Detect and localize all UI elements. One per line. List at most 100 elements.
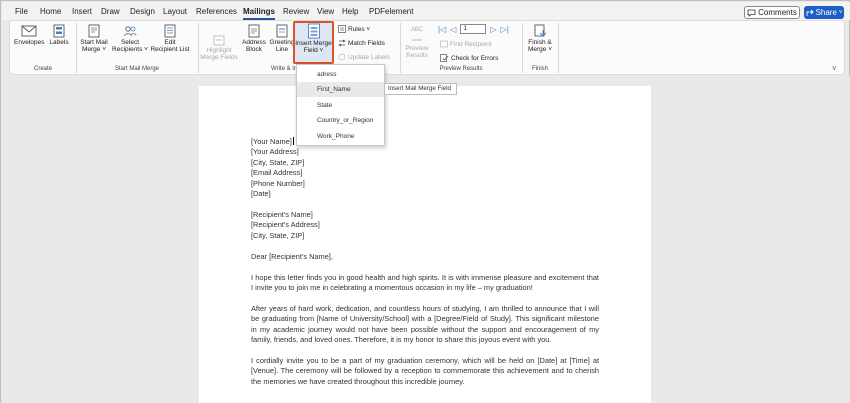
- merge-field-option[interactable]: State: [297, 98, 384, 113]
- insert-merge-field-button[interactable]: Insert Merge Field ˅: [293, 23, 334, 54]
- paragraph: I cordially invite you to be a part of m…: [251, 356, 599, 386]
- envelope-icon: [21, 25, 37, 37]
- finish-merge-line1: Finish &: [528, 39, 552, 46]
- insert-merge-field-icon: [307, 23, 320, 39]
- recipient-line: [Recipient's Address]: [251, 220, 320, 230]
- tab-mailings[interactable]: Mailings: [243, 7, 276, 20]
- find-recipient-label: Find Recipient: [450, 40, 492, 48]
- finish-merge-button[interactable]: Finish & Merge ˅: [523, 24, 557, 53]
- comment-icon: [747, 9, 756, 17]
- record-navigation: |◁ ◁ 1 ▷ ▷|: [438, 24, 509, 34]
- tab-view[interactable]: View: [317, 7, 334, 16]
- start-mail-merge-line1: Start Mail: [80, 39, 108, 46]
- comments-button[interactable]: Comments: [744, 6, 800, 19]
- salutation: Dear [Recipient's Name],: [251, 252, 333, 261]
- preview-results-button[interactable]: ABC Preview Results: [403, 27, 431, 59]
- match-fields-button[interactable]: Match Fields: [338, 39, 385, 47]
- group-preview-results-label: Preview Results: [439, 66, 483, 72]
- merge-field-option[interactable]: Country_or_Region: [297, 113, 384, 128]
- greeting-line-line1: Greeting: [269, 39, 295, 46]
- greeting-line-line2: Line: [275, 46, 289, 53]
- greeting-line-icon: [276, 24, 288, 38]
- edit-recipient-list-button[interactable]: Edit Recipient List: [150, 24, 190, 53]
- recipient-line: [Recipient's Name]: [251, 210, 313, 219]
- previous-record-icon[interactable]: ◁: [450, 25, 456, 34]
- record-number-input[interactable]: 1: [460, 24, 487, 34]
- sender-block: [Your Name] [Your Address] [City, State,…: [251, 137, 601, 199]
- address-block-icon: [248, 24, 260, 38]
- address-block-line2: Block: [246, 46, 262, 53]
- share-label: Share: [815, 8, 837, 17]
- edit-list-icon: [164, 24, 176, 38]
- start-mail-merge-line2: Merge ˅: [81, 46, 107, 53]
- sender-line: [City, State, ZIP]: [251, 157, 305, 167]
- merge-field-option[interactable]: First_Name: [297, 82, 384, 97]
- find-recipient-button[interactable]: Find Recipient: [440, 40, 492, 48]
- tab-references[interactable]: References: [196, 7, 237, 16]
- group-start-mail-merge-label: Start Mail Merge: [114, 66, 159, 72]
- recipients-icon: [124, 26, 137, 37]
- check-for-errors-button[interactable]: Check for Errors: [440, 54, 498, 62]
- tab-layout[interactable]: Layout: [163, 7, 187, 16]
- start-mail-merge-button[interactable]: Start Mail Merge ˅: [78, 24, 110, 53]
- match-fields-icon: [338, 39, 346, 47]
- sender-line: [Your Name]: [251, 137, 292, 146]
- tab-file[interactable]: File: [15, 7, 28, 16]
- chevron-down-icon: ˅: [838, 9, 843, 16]
- share-button[interactable]: Share ˅: [804, 6, 844, 19]
- finish-merge-line2: Merge ˅: [527, 46, 553, 53]
- last-record-icon[interactable]: ▷|: [501, 25, 509, 34]
- document-page[interactable]: [Your Name] [Your Address] [City, State,…: [199, 86, 651, 403]
- select-recipients-button[interactable]: Select Recipients ˅: [112, 24, 148, 53]
- select-recipients-line1: Select: [120, 39, 140, 46]
- check-for-errors-label: Check for Errors: [451, 54, 499, 62]
- ribbon: Envelopes Labels Create Start Mail Merge…: [9, 20, 845, 75]
- highlight-merge-fields-button[interactable]: Highlight Merge Fields: [200, 35, 238, 61]
- sender-line: [Your Address]: [251, 147, 299, 157]
- sender-line: [Email Address]: [251, 168, 303, 178]
- finish-merge-icon: [534, 24, 547, 37]
- recipient-block: [Recipient's Name] [Recipient's Address]…: [251, 210, 601, 241]
- select-recipients-line2: Recipients ˅: [112, 46, 148, 53]
- text-cursor: [292, 137, 294, 145]
- tab-home[interactable]: Home: [40, 7, 61, 16]
- share-icon: [806, 9, 814, 16]
- tab-pdfelement[interactable]: PDFelement: [369, 7, 413, 16]
- group-finish-label: Finish: [531, 66, 548, 72]
- preview-icon: [412, 39, 422, 41]
- sender-line: [Date]: [251, 189, 271, 199]
- highlight-merge-fields-line2: Merge Fields: [200, 54, 238, 61]
- tab-help[interactable]: Help: [342, 7, 358, 16]
- collapse-ribbon-icon[interactable]: ˅: [832, 64, 837, 73]
- menu-bar: File Home Insert Draw Design Layout Refe…: [2, 2, 850, 20]
- update-labels-button[interactable]: Update Labels: [338, 53, 390, 61]
- rules-button[interactable]: Rules ˅: [338, 25, 370, 33]
- next-record-icon[interactable]: ▷: [490, 25, 496, 34]
- envelopes-button[interactable]: Envelopes: [14, 24, 44, 46]
- group-create-label: Create: [33, 66, 52, 72]
- tab-review[interactable]: Review: [283, 7, 309, 16]
- first-record-icon[interactable]: |◁: [438, 25, 446, 34]
- tab-insert[interactable]: Insert: [72, 7, 92, 16]
- labels-button[interactable]: Labels: [46, 24, 72, 46]
- find-recipient-icon: [440, 40, 448, 48]
- edit-recipient-list-line1: Edit: [164, 39, 176, 46]
- update-labels-icon: [338, 53, 346, 61]
- labels-label: Labels: [49, 39, 69, 46]
- merge-field-dropdown: adress First_Name State Country_or_Regio…: [296, 64, 385, 146]
- insert-merge-field-line1: Insert Merge: [295, 40, 332, 47]
- merge-field-option[interactable]: Work_Phone: [297, 129, 384, 144]
- merge-field-option[interactable]: adress: [297, 67, 384, 82]
- highlight-merge-fields-line1: Highlight: [206, 47, 232, 54]
- address-block-button[interactable]: Address Block: [240, 24, 268, 53]
- insert-merge-field-line2: Field ˅: [303, 47, 324, 54]
- match-fields-label: Match Fields: [348, 39, 385, 47]
- tab-draw[interactable]: Draw: [101, 7, 120, 16]
- rules-label: Rules ˅: [348, 25, 371, 33]
- edit-recipient-list-line2: Recipient List: [150, 46, 190, 53]
- word-window: File Home Insert Draw Design Layout Refe…: [0, 0, 850, 403]
- highlight-icon: [213, 35, 225, 46]
- tab-design[interactable]: Design: [130, 7, 155, 16]
- preview-results-line2: Results: [406, 52, 428, 59]
- sender-line: [Phone Number]: [251, 178, 305, 188]
